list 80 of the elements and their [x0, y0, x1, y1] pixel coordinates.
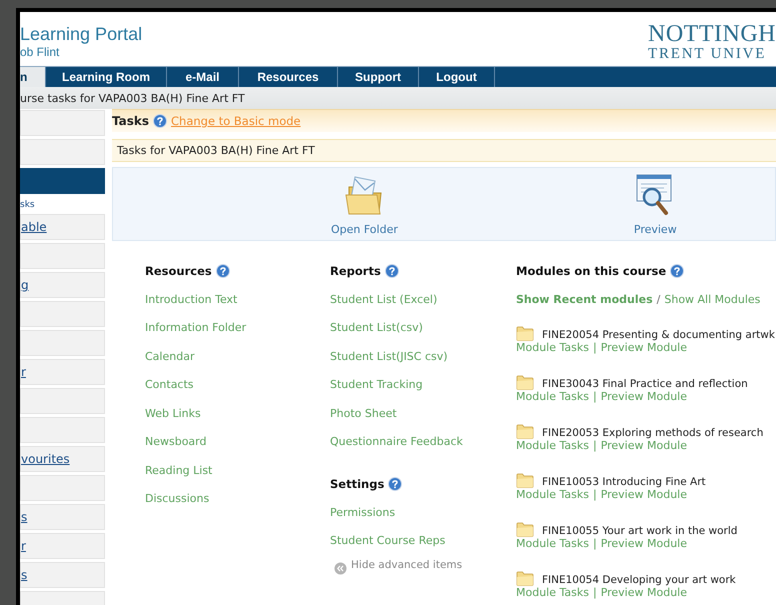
portal-title: Learning Portal — [20, 23, 142, 45]
module-name: FINE10054 Developing your art work — [542, 574, 736, 586]
report-link[interactable]: Photo Sheet — [330, 406, 516, 422]
sidebar-item[interactable]: vourites — [20, 446, 105, 472]
resource-link[interactable]: Reading List — [145, 462, 330, 478]
resource-link[interactable]: Information Folder — [145, 320, 330, 336]
toolbar-button[interactable]: Open Folder — [331, 168, 398, 240]
module-tasks-link[interactable]: Module Tasks — [516, 488, 589, 502]
resource-link[interactable]: Contacts — [145, 377, 330, 393]
resource-link[interactable]: Calendar — [145, 348, 330, 364]
module-tasks-link[interactable]: Module Tasks — [516, 439, 589, 453]
link-separator: | — [592, 341, 597, 355]
breadcrumb: urse tasks for VAPA003 BA(H) Fine Art FT — [20, 92, 245, 104]
preview-module-link[interactable]: Preview Module — [600, 390, 688, 404]
sidebar-item[interactable] — [20, 168, 105, 194]
folder-icon — [516, 325, 534, 341]
preview-module-link[interactable]: Preview Module — [600, 537, 688, 551]
help-icon[interactable] — [384, 264, 399, 278]
module-name: FINE20054 Presenting & documenting artwk — [542, 329, 775, 341]
help-icon[interactable] — [153, 114, 168, 128]
resource-link[interactable]: Introduction Text — [145, 292, 330, 308]
sidebar-item[interactable]: s — [20, 562, 105, 588]
module-name: FINE20053 Exploring methods of research — [542, 427, 764, 439]
module-filter-link[interactable]: Show Recent modules — [516, 292, 653, 308]
caption-text: Tasks for VAPA003 BA(H) Fine Art FT — [117, 144, 315, 157]
module-name: FINE10055 Your art work in the world — [542, 525, 738, 537]
module-tasks-link[interactable]: Module Tasks — [516, 341, 589, 355]
help-icon[interactable] — [388, 477, 402, 491]
help-icon[interactable] — [670, 264, 684, 278]
folder-icon — [516, 521, 534, 537]
resource-link[interactable]: Discussions — [145, 491, 330, 507]
report-link[interactable]: Student List(csv) — [330, 320, 516, 336]
link-separator: | — [592, 537, 597, 551]
module-tasks-link[interactable]: Module Tasks — [516, 390, 589, 404]
report-link[interactable]: Student List(JISC csv) — [330, 348, 516, 364]
folder-icon — [516, 472, 534, 488]
nav-tab[interactable]: n — [20, 67, 46, 87]
sidebar-item[interactable]: s — [20, 504, 105, 530]
sidebar-item[interactable]: g — [20, 272, 105, 298]
sidebar-heading: sks — [20, 199, 36, 211]
preview-module-link[interactable]: Preview Module — [600, 341, 688, 355]
sidebar-item[interactable]: able — [20, 214, 105, 240]
module-tasks-link[interactable]: Module Tasks — [516, 586, 589, 600]
logo-text: NOTTINGH — [648, 22, 776, 46]
link-separator: | — [592, 488, 597, 502]
sidebar-item[interactable]: r — [20, 533, 105, 559]
link-separator: | — [592, 439, 597, 453]
module-name: FINE30043 Final Practice and reflection — [542, 378, 748, 390]
module-filter-link[interactable]: Show All Modules — [664, 292, 760, 308]
report-link[interactable]: Questionnaire Feedback — [330, 434, 516, 450]
sidebar-item[interactable]: r — [20, 359, 105, 385]
preview-module-link[interactable]: Preview Module — [600, 586, 688, 600]
link-separator: | — [592, 390, 597, 404]
module-name: FINE10053 Introducing Fine Art — [542, 476, 706, 488]
module-tasks-link[interactable]: Module Tasks — [516, 537, 589, 551]
filter-separator: / — [656, 292, 660, 308]
settings-link[interactable]: Student Course Reps — [330, 533, 516, 549]
collapse-icon — [334, 562, 347, 575]
report-link[interactable]: Student Tracking — [330, 377, 516, 393]
section-heading: Resources — [145, 264, 212, 278]
section-heading: Reports — [330, 264, 381, 278]
resource-link[interactable]: Web Links — [145, 406, 330, 422]
folder-icon — [516, 570, 534, 586]
link-separator: | — [592, 586, 597, 600]
section-heading: Settings — [330, 477, 384, 491]
tasks-title: Tasks — [112, 114, 150, 128]
folder-icon — [516, 423, 534, 439]
report-link[interactable]: Student List (Excel) — [330, 292, 516, 308]
preview-module-link[interactable]: Preview Module — [600, 488, 688, 502]
folder-icon — [516, 374, 534, 390]
user-name: ob Flint — [20, 45, 60, 59]
resource-link[interactable]: Newsboard — [145, 434, 330, 450]
toolbar-button[interactable]: Preview — [634, 168, 677, 240]
settings-link[interactable]: Permissions — [330, 504, 516, 520]
logo-text: TRENT UNIVE — [648, 46, 768, 63]
help-icon[interactable] — [216, 264, 230, 278]
preview-module-link[interactable]: Preview Module — [600, 439, 688, 453]
section-heading: Modules on this course — [516, 264, 666, 278]
basic-mode-link[interactable]: Change to Basic mode — [171, 114, 301, 128]
hide-advanced-link[interactable]: Hide advanced items — [334, 559, 516, 575]
